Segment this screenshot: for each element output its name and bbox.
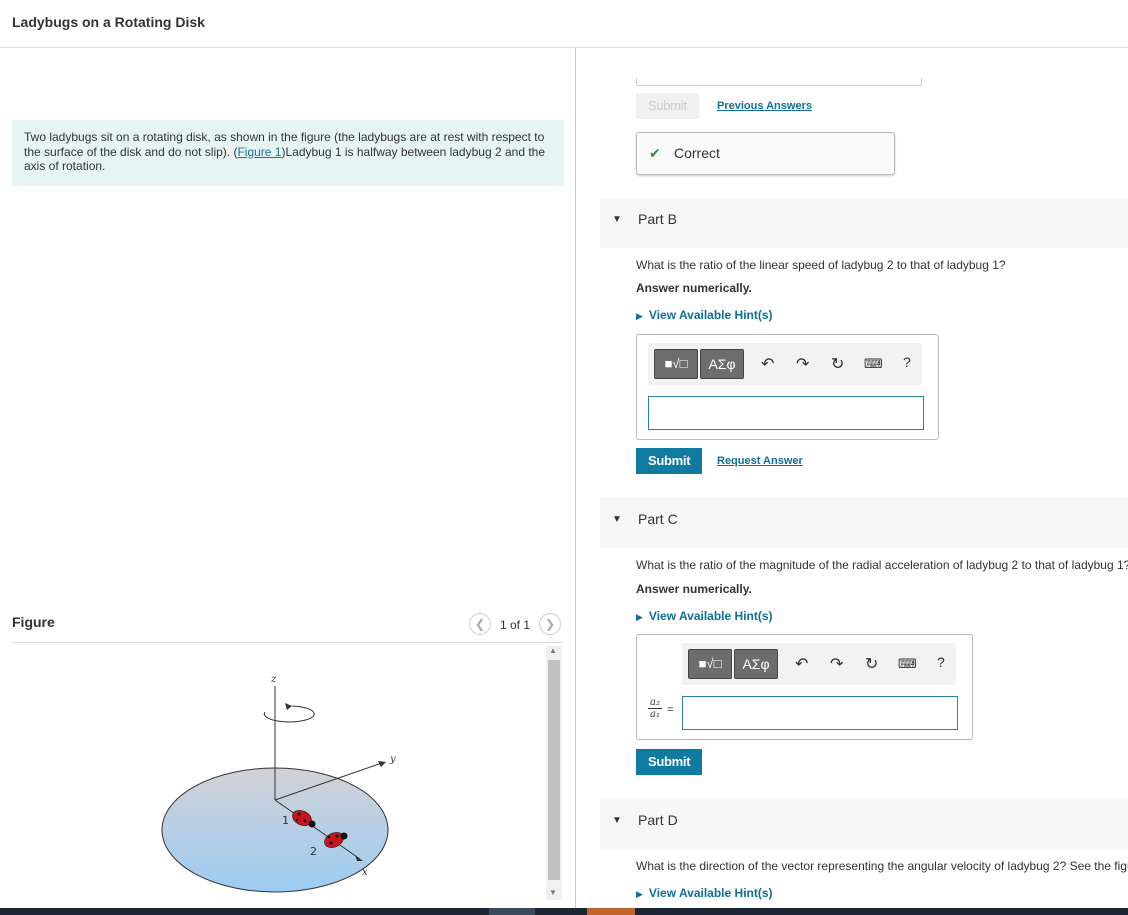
caret-right-icon: ▶	[636, 889, 643, 899]
undo-icon[interactable]: ↶	[795, 654, 808, 674]
part-d-question: What is the direction of the vector repr…	[636, 859, 1128, 873]
part-c-math-toolbar: ■√□ ΑΣφ ↶ ↷ ↻ ⌨ ?	[682, 643, 956, 685]
symbols-button[interactable]: ΑΣφ	[734, 649, 778, 679]
rotation-arrow-icon	[263, 705, 315, 723]
part-b-math-toolbar: ■√□ ΑΣφ ↶ ↷ ↻ ⌨ ?	[648, 343, 922, 385]
part-c-answer-type: Answer numerically.	[636, 582, 752, 596]
intro-text: Two ladybugs sit on a rotating disk, as …	[12, 120, 564, 186]
ladybug-1-label: 1	[282, 814, 289, 827]
part-d-hint-toggle[interactable]: ▶ View Available Hint(s)	[636, 886, 773, 900]
request-answer-link[interactable]: Request Answer	[717, 455, 803, 467]
checkmark-icon: ✔	[649, 145, 661, 161]
figure-counter: 1 of 1	[500, 618, 531, 632]
part-b-submit-button[interactable]: Submit	[636, 448, 703, 474]
caret-down-icon: ▼	[612, 514, 622, 525]
caret-down-icon: ▼	[612, 815, 622, 826]
axis-label-x: x	[362, 867, 368, 878]
figure-label: Figure	[12, 614, 55, 630]
bottom-bar-segment	[489, 908, 535, 915]
part-b-hint-toggle[interactable]: ▶ View Available Hint(s)	[636, 308, 773, 322]
bottom-bar	[0, 908, 1128, 915]
caret-down-icon: ▼	[612, 214, 622, 225]
part-d-header[interactable]: ▼ Part D	[600, 799, 1128, 849]
scrollbar-thumb[interactable]	[548, 660, 560, 880]
part-b-answer-panel: ■√□ ΑΣφ ↶ ↷ ↻ ⌨ ?	[636, 334, 939, 440]
previous-answers-link[interactable]: Previous Answers	[717, 100, 812, 112]
ladybug-2-label: 2	[310, 845, 317, 858]
part-b-header[interactable]: ▼ Part B	[600, 198, 1128, 248]
part-b-question: What is the ratio of the linear speed of…	[636, 258, 1006, 272]
part-a-submit-button[interactable]: Submit	[636, 93, 699, 119]
chevron-left-icon: ❮	[474, 617, 486, 631]
part-b-answer-input[interactable]	[648, 396, 924, 430]
scroll-up-icon[interactable]: ▲	[549, 646, 557, 655]
left-pane: Two ladybugs sit on a rotating disk, as …	[0, 48, 575, 908]
figure-prev-button[interactable]: ❮	[469, 613, 491, 635]
templates-button[interactable]: ■√□	[688, 649, 732, 679]
keyboard-icon[interactable]: ⌨	[898, 656, 917, 672]
correct-label: Correct	[674, 145, 720, 161]
symbols-button[interactable]: ΑΣφ	[700, 349, 744, 379]
figure-scrollbar[interactable]: ▲ ▼	[546, 646, 562, 900]
part-c-question: What is the ratio of the magnitude of th…	[636, 558, 1128, 572]
equals-sign: =	[667, 704, 674, 716]
part-c-header[interactable]: ▼ Part C	[600, 498, 1128, 548]
keyboard-icon[interactable]: ⌨	[864, 356, 883, 372]
chevron-right-icon: ❯	[544, 617, 556, 631]
header: Ladybugs on a Rotating Disk	[0, 0, 1128, 48]
figure-divider	[12, 642, 564, 643]
redo-icon[interactable]: ↷	[830, 654, 843, 674]
help-icon[interactable]: ?	[937, 654, 945, 670]
undo-icon[interactable]: ↶	[761, 354, 774, 374]
part-a-answer-panel	[636, 78, 922, 86]
reset-icon[interactable]: ↻	[831, 354, 844, 374]
part-c-hint-label: View Available Hint(s)	[648, 609, 773, 623]
caret-right-icon: ▶	[636, 311, 643, 321]
help-icon[interactable]: ?	[903, 354, 911, 370]
part-d-title: Part D	[638, 812, 678, 828]
part-c-answer-input[interactable]	[682, 696, 958, 730]
axis-label-z: z	[270, 674, 277, 685]
part-b-hint-label: View Available Hint(s)	[648, 308, 773, 322]
part-c-hint-toggle[interactable]: ▶ View Available Hint(s)	[636, 609, 773, 623]
page-title: Ladybugs on a Rotating Disk	[12, 14, 205, 30]
part-c-title: Part C	[638, 511, 678, 527]
axis-label-y: y	[389, 754, 396, 765]
redo-icon[interactable]: ↷	[796, 354, 809, 374]
reset-icon[interactable]: ↻	[865, 654, 878, 674]
figure-next-button[interactable]: ❯	[539, 613, 561, 635]
bottom-bar-segment-active	[587, 908, 635, 915]
figure-link[interactable]: Figure 1	[237, 145, 281, 159]
fraction-numerator: a₂	[648, 697, 662, 709]
scroll-down-icon[interactable]: ▼	[549, 888, 557, 897]
part-b-answer-type: Answer numerically.	[636, 281, 752, 295]
fraction-denominator: a₁	[650, 709, 660, 720]
part-c-submit-button[interactable]: Submit	[636, 749, 703, 775]
part-c-answer-panel: ■√□ ΑΣφ ↶ ↷ ↻ ⌨ ? a₂ a₁ =	[636, 634, 973, 740]
caret-right-icon: ▶	[636, 612, 643, 622]
figure-image: z y x 1 2	[161, 674, 396, 893]
part-a-result: ✔ Correct	[636, 132, 895, 175]
part-d-hint-label: View Available Hint(s)	[648, 886, 773, 900]
right-pane: Submit Previous Answers ✔ Correct ▼ Part…	[576, 48, 1128, 908]
ratio-fraction: a₂ a₁	[648, 697, 662, 721]
templates-button[interactable]: ■√□	[654, 349, 698, 379]
part-b-title: Part B	[638, 211, 677, 227]
